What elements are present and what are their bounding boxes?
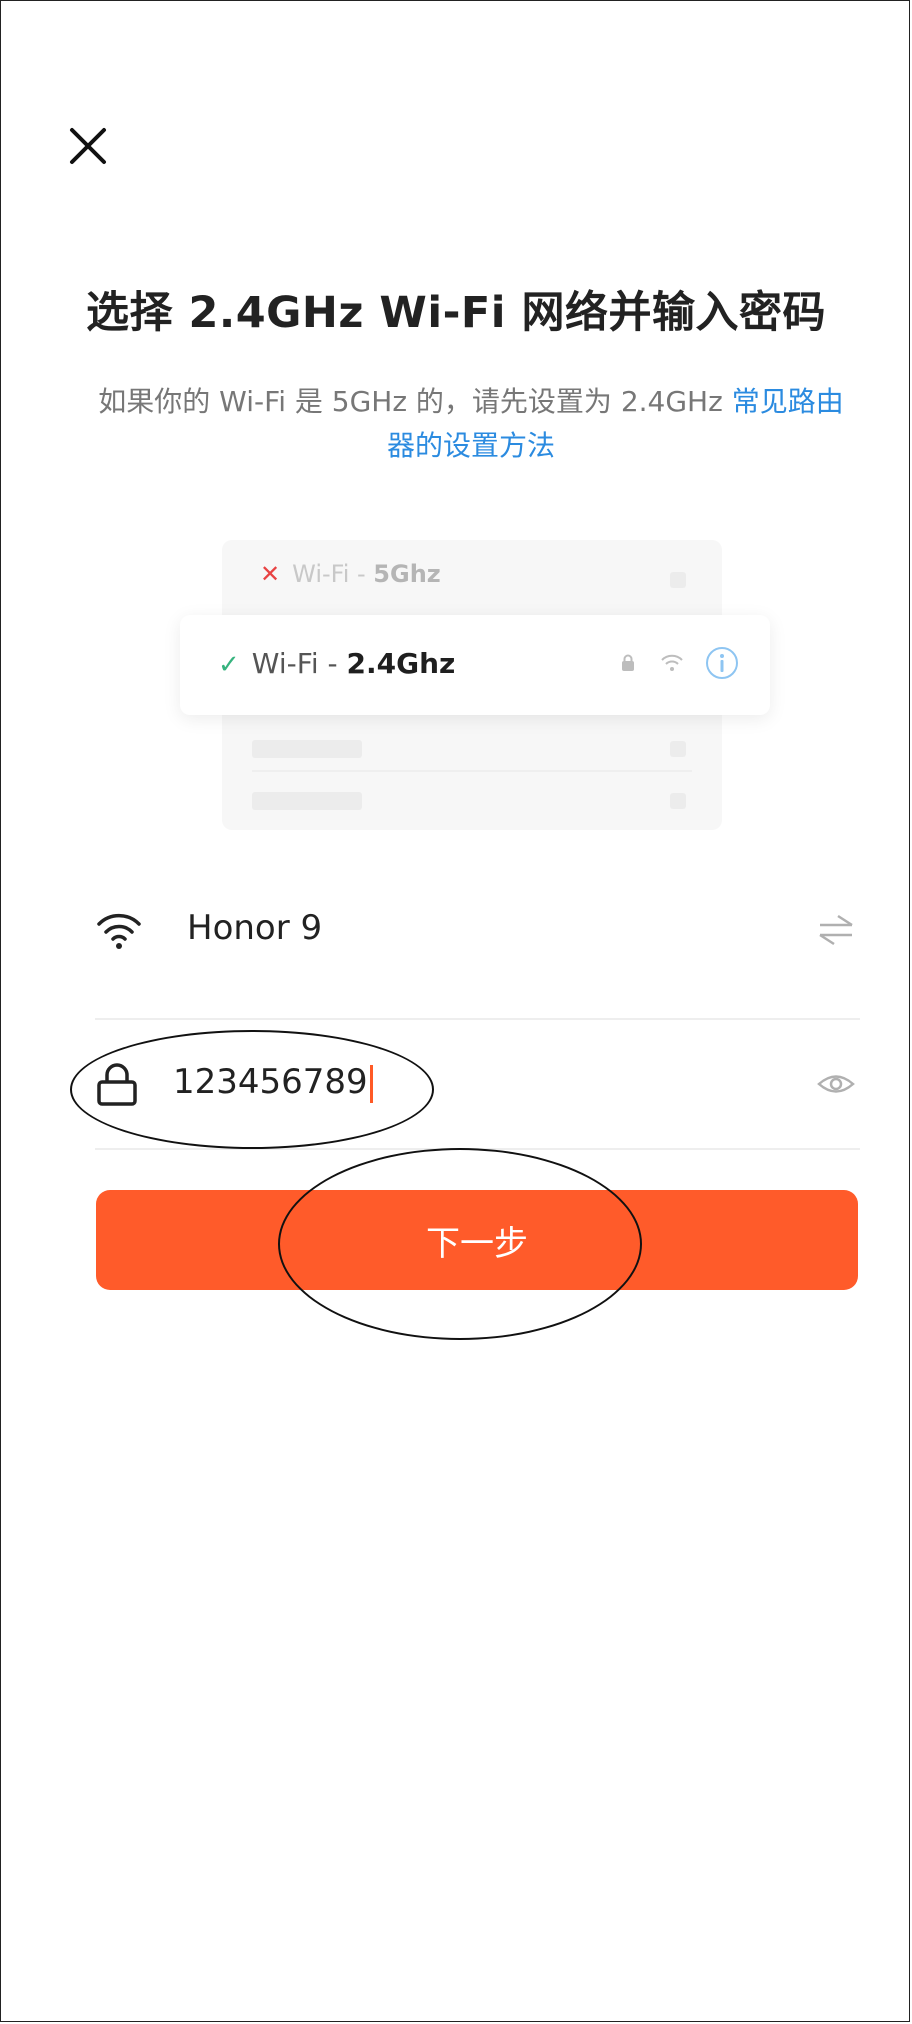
switch-network-icon[interactable] [816,912,856,948]
subtitle-text: 如果你的 Wi-Fi 是 5GHz 的，请先设置为 2.4GHz [98,385,732,418]
field-divider [95,1018,860,1020]
check-icon: ✓ [218,650,240,680]
placeholder-bar [252,792,362,810]
placeholder-square [670,572,686,588]
lock-icon [93,1060,141,1108]
placeholder-square [670,793,686,809]
info-icon [704,645,740,685]
page-title: 选择 2.4GHz Wi-Fi 网络并输入密码 [85,288,827,338]
placeholder-divider [252,770,692,772]
password-field[interactable]: 123456789 [95,1044,860,1124]
illustration-card-24ghz: ✓ Wi-Fi - 2.4Ghz [180,615,770,715]
lock-small-icon [620,654,636,676]
close-icon [70,128,106,164]
wifi-small-icon [660,653,684,677]
text-cursor [369,1064,373,1103]
illustration-24ghz-band: 2.4Ghz [346,647,456,680]
illustration-row-5ghz: ✕ Wi-Fi - 5Ghz [260,560,441,588]
close-button[interactable] [66,124,110,168]
wifi-network-name: Honor 9 [187,908,323,948]
placeholder-square [670,741,686,757]
illustration-5ghz-band: 5Ghz [373,560,441,588]
next-step-button[interactable]: 下一步 [96,1190,858,1290]
page-subtitle: 如果你的 Wi-Fi 是 5GHz 的，请先设置为 2.4GHz 常见路由器的设… [90,380,852,468]
cross-icon: ✕ [260,560,281,588]
placeholder-bar [252,740,362,758]
illustration-24ghz-prefix: Wi-Fi - [251,647,347,680]
next-step-label: 下一步 [426,1223,528,1264]
password-value: 123456789 [173,1062,368,1102]
wifi-band-illustration: ✕ Wi-Fi - 5Ghz ✓ Wi-Fi - 2.4Ghz [180,530,770,830]
illustration-5ghz-prefix: Wi-Fi - [292,560,374,588]
illustration-24ghz-text: ✓ Wi-Fi - 2.4Ghz [218,647,455,680]
wifi-icon [95,906,143,954]
wifi-network-field[interactable]: Honor 9 [95,890,860,970]
illustration-status-icons [620,645,740,685]
eye-icon[interactable] [816,1066,856,1102]
password-input[interactable]: 123456789 [173,1062,373,1103]
field-divider [95,1148,860,1150]
